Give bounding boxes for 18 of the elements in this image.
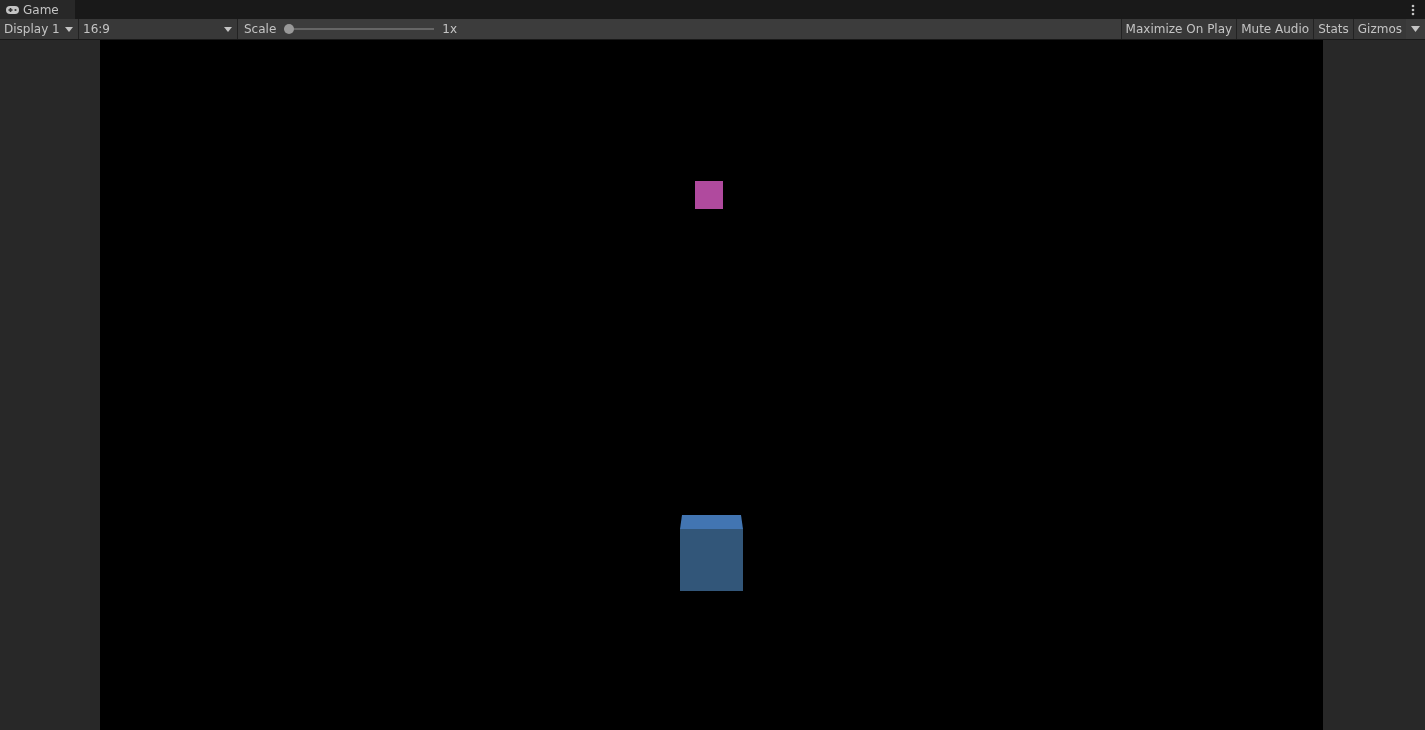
game-tab[interactable]: Game	[0, 0, 75, 19]
toolbar-toggle[interactable]: Mute Audio	[1236, 19, 1314, 39]
gamepad-icon	[6, 5, 19, 14]
scale-slider[interactable]	[284, 24, 435, 34]
toolbar-toggle[interactable]: Stats	[1313, 19, 1353, 39]
toolbar-toggle[interactable]: Gizmos	[1352, 19, 1406, 39]
caret-icon[interactable]	[1411, 26, 1420, 32]
scale-label: Scale	[244, 22, 277, 36]
caret-icon	[65, 27, 73, 32]
caret-icon	[224, 27, 232, 32]
tab-label: Game	[23, 2, 59, 17]
toolbar-toggle[interactable]: Maximize On Play	[1120, 19, 1237, 39]
more-options-icon[interactable]	[1411, 3, 1415, 16]
square-object	[695, 181, 723, 209]
display-dropdown[interactable]: Display 1	[0, 19, 79, 39]
aspect-dropdown[interactable]: 16:9	[79, 19, 238, 39]
scale-reading: 1x	[442, 22, 458, 36]
slider-thumb[interactable]	[284, 24, 295, 34]
